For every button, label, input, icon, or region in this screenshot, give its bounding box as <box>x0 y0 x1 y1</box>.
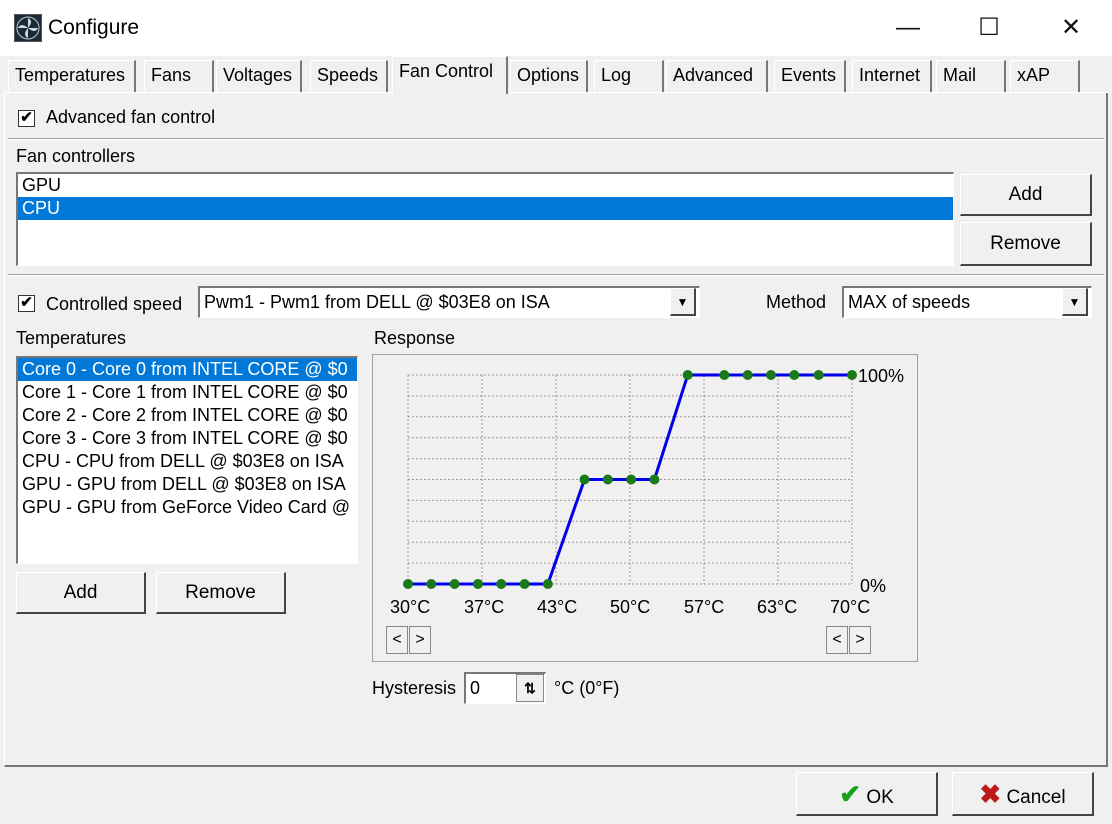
tab-strip-line <box>4 92 1108 94</box>
y-axis-bottom-label: 0% <box>860 576 887 596</box>
cancel-label: Cancel <box>1006 787 1066 808</box>
response-curve-point <box>813 370 824 380</box>
list-item[interactable]: GPU - GPU from GeForce Video Card @ <box>18 496 357 519</box>
list-item-selected[interactable]: CPU <box>18 197 953 220</box>
response-curve-point <box>403 579 413 589</box>
fan-controllers-list[interactable]: GPU CPU <box>16 172 954 266</box>
speed-select-value: Pwm1 - Pwm1 from DELL @ $03E8 on ISA <box>204 292 550 312</box>
scroll-left-button[interactable]: < <box>826 626 848 654</box>
list-item-selected[interactable]: Core 0 - Core 0 from INTEL CORE @ $0 <box>18 358 357 381</box>
hysteresis-label: Hysteresis <box>372 678 457 698</box>
hysteresis-spinner-icon[interactable]: ⇅ <box>516 674 544 702</box>
add-temperature-button[interactable]: Add <box>16 572 146 614</box>
method-dropdown-arrow-icon[interactable]: ▼ <box>1062 288 1088 316</box>
tab-voltages[interactable]: Voltages <box>216 60 302 92</box>
tab-fan-control[interactable]: Fan Control <box>392 56 508 94</box>
response-curve-point <box>449 579 460 589</box>
response-curve-point <box>719 370 730 380</box>
response-curve-point <box>789 370 800 380</box>
x-tick-label: 50°C <box>610 597 651 617</box>
x-tick-label: 43°C <box>537 597 578 617</box>
tab-advanced[interactable]: Advanced <box>666 60 768 92</box>
list-item[interactable]: GPU - GPU from DELL @ $03E8 on ISA <box>18 473 357 496</box>
x-tick-label: 70°C <box>830 597 871 617</box>
remove-temperature-button[interactable]: Remove <box>156 572 286 614</box>
x-tick-label: 57°C <box>684 597 725 617</box>
x-tick-label: 63°C <box>757 597 798 617</box>
response-curve-point <box>626 474 637 485</box>
remove-controller-button[interactable]: Remove <box>960 222 1092 266</box>
response-label: Response <box>374 328 456 348</box>
response-curve-point <box>847 370 857 380</box>
tab-temperatures[interactable]: Temperatures <box>8 60 136 92</box>
tab-xap[interactable]: xAP <box>1010 60 1080 92</box>
fan-controllers-label: Fan controllers <box>16 146 136 166</box>
tab-options[interactable]: Options <box>510 60 588 92</box>
tab-events[interactable]: Events <box>774 60 846 92</box>
temperatures-label: Temperatures <box>16 328 127 348</box>
controlled-speed-label: Controlled speed <box>46 294 183 314</box>
list-item[interactable]: Core 1 - Core 1 from INTEL CORE @ $0 <box>18 381 357 404</box>
list-item[interactable]: Core 3 - Core 3 from INTEL CORE @ $0 <box>18 427 357 450</box>
response-curve-point <box>472 579 483 589</box>
cross-icon: ✖ <box>979 779 1002 809</box>
divider <box>8 274 1104 276</box>
hysteresis-unit: °C (0°F) <box>554 678 620 698</box>
tab-internet[interactable]: Internet <box>852 60 932 92</box>
response-curve-point <box>682 370 693 380</box>
add-controller-button[interactable]: Add <box>960 174 1092 216</box>
list-item[interactable]: GPU <box>18 174 953 197</box>
ok-label: OK <box>866 787 894 808</box>
method-label: Method <box>766 292 827 312</box>
response-curve-point <box>579 474 590 485</box>
temperatures-list[interactable]: Core 0 - Core 0 from INTEL CORE @ $0 Cor… <box>16 356 358 564</box>
tab-speeds[interactable]: Speeds <box>310 60 388 92</box>
scroll-right-button[interactable]: > <box>409 626 431 654</box>
maximize-button[interactable]: ☐ <box>966 0 1012 56</box>
scroll-right-button[interactable]: > <box>849 626 871 654</box>
response-curve-point <box>742 370 753 380</box>
tab-log[interactable]: Log <box>594 60 664 92</box>
method-select[interactable]: MAX of speeds <box>842 286 1092 318</box>
controlled-speed-checkbox[interactable]: ✔ <box>18 295 35 312</box>
cancel-button[interactable]: ✖ Cancel <box>952 772 1094 816</box>
response-curve-point <box>765 370 776 380</box>
checkmark-icon: ✔ <box>839 779 862 809</box>
hysteresis-value: 0 <box>470 678 481 698</box>
response-curve-point <box>542 579 553 589</box>
advanced-fan-control-label: Advanced fan control <box>46 107 216 127</box>
minimize-button[interactable]: — <box>885 0 931 56</box>
response-curve-point <box>496 579 507 589</box>
response-curve-point <box>649 474 660 485</box>
response-curve-point <box>602 474 613 485</box>
app-fan-icon <box>14 14 42 42</box>
response-curve-point <box>426 579 437 589</box>
list-item[interactable]: Core 2 - Core 2 from INTEL CORE @ $0 <box>18 404 357 427</box>
response-curve-point <box>519 579 530 589</box>
advanced-fan-control-checkbox[interactable]: ✔ <box>18 110 35 127</box>
scroll-left-button[interactable]: < <box>386 626 408 654</box>
method-select-value: MAX of speeds <box>848 292 971 312</box>
divider <box>8 138 1104 140</box>
tab-mail[interactable]: Mail <box>936 60 1006 92</box>
ok-button[interactable]: ✔ OK <box>796 772 938 816</box>
list-item[interactable]: CPU - CPU from DELL @ $03E8 on ISA <box>18 450 357 473</box>
x-tick-label: 37°C <box>464 597 505 617</box>
speed-select[interactable]: Pwm1 - Pwm1 from DELL @ $03E8 on ISA <box>198 286 700 318</box>
speed-dropdown-arrow-icon[interactable]: ▼ <box>670 288 696 316</box>
window-title: Configure <box>48 16 140 39</box>
x-tick-label: 30°C <box>390 597 431 617</box>
close-button[interactable]: ✕ <box>1048 0 1094 56</box>
title-bar <box>0 0 1112 56</box>
tab-fans[interactable]: Fans <box>144 60 214 92</box>
y-axis-top-label: 100% <box>858 366 905 386</box>
